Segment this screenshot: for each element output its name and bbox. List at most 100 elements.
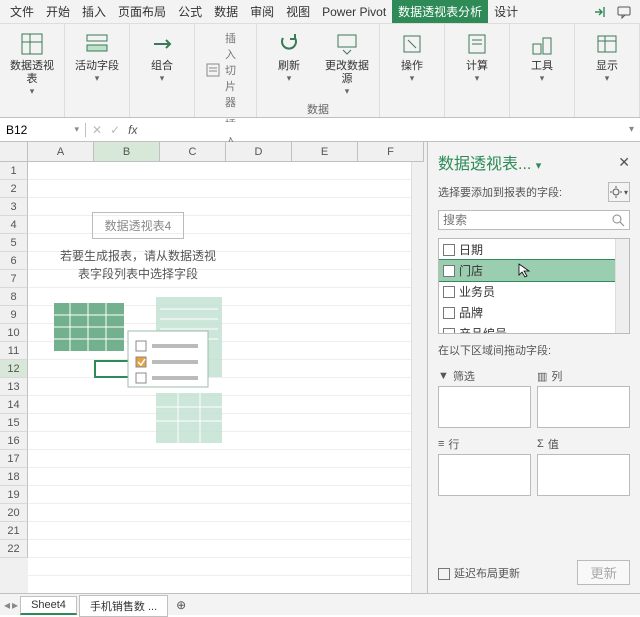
confirm-icon[interactable]: ✓ — [110, 123, 120, 137]
show-button[interactable]: 显示▾ — [581, 28, 633, 86]
worksheet-grid[interactable]: A B C D E F 1234567891011121314151617181… — [0, 142, 428, 593]
menu-home[interactable]: 开始 — [40, 0, 76, 23]
row-header[interactable]: 17 — [0, 450, 28, 468]
defer-layout-checkbox[interactable]: 延迟布局更新 — [438, 565, 520, 581]
add-sheet-button[interactable]: ⊕ — [170, 596, 192, 614]
share-icon[interactable] — [590, 2, 610, 22]
tools-button[interactable]: 工具▾ — [516, 28, 568, 86]
menu-formulas[interactable]: 公式 — [172, 0, 208, 23]
name-box[interactable]: ▾ — [0, 123, 86, 137]
row-header[interactable]: 18 — [0, 468, 28, 486]
sheet-tab-bar: ◂▸ Sheet4 手机销售数 ... ⊕ — [0, 593, 640, 615]
menu-insert[interactable]: 插入 — [76, 0, 112, 23]
search-icon[interactable] — [611, 213, 625, 227]
sheet-tab[interactable]: 手机销售数 ... — [79, 595, 168, 617]
refresh-button[interactable]: 刷新▾ — [263, 28, 315, 86]
name-box-input[interactable] — [6, 123, 56, 137]
field-item[interactable]: 产品编号 — [439, 323, 629, 334]
update-button[interactable]: 更新 — [577, 560, 630, 585]
row-header[interactable]: 11 — [0, 342, 28, 360]
cursor-icon — [517, 262, 533, 278]
row-header[interactable]: 15 — [0, 414, 28, 432]
actions-button[interactable]: 操作▾ — [386, 28, 438, 86]
menu-layout[interactable]: 页面布局 — [112, 0, 172, 23]
row-header[interactable]: 22 — [0, 540, 28, 558]
menu-design[interactable]: 设计 — [488, 0, 524, 23]
row-header[interactable]: 21 — [0, 522, 28, 540]
menu-powerpivot[interactable]: Power Pivot — [316, 2, 392, 22]
row-header[interactable]: 9 — [0, 306, 28, 324]
col-header-E[interactable]: E — [292, 142, 358, 162]
pivot-table-button[interactable]: 数据透视表▾ — [6, 28, 58, 99]
row-header[interactable]: 8 — [0, 288, 28, 306]
area-values[interactable]: Σ值 — [537, 434, 630, 496]
menu-data[interactable]: 数据 — [208, 0, 244, 23]
row-header[interactable]: 4 — [0, 216, 28, 234]
checkbox-icon[interactable] — [443, 244, 455, 256]
col-header-A[interactable]: A — [28, 142, 94, 162]
menu-view[interactable]: 视图 — [280, 0, 316, 23]
row-header[interactable]: 20 — [0, 504, 28, 522]
insert-slicer-button[interactable]: 插入切片器 — [201, 28, 250, 112]
col-header-B[interactable]: B — [94, 142, 160, 162]
field-item[interactable]: 门店▾ — [438, 259, 630, 282]
field-item[interactable]: 日期 — [439, 239, 629, 260]
formula-input[interactable] — [145, 122, 617, 137]
row-header[interactable]: 2 — [0, 180, 28, 198]
col-header-D[interactable]: D — [226, 142, 292, 162]
col-header-F[interactable]: F — [358, 142, 424, 162]
row-header[interactable]: 5 — [0, 234, 28, 252]
field-item[interactable]: 业务员 — [439, 281, 629, 302]
field-item[interactable]: 品牌 — [439, 302, 629, 323]
formula-bar: ▾ ✕ ✓ fx ▾ — [0, 118, 640, 142]
taskpane-title: 数据透视表... ▾ — [438, 150, 541, 174]
ribbon: 数据透视表▾ 活动字段▾ 组合▾ 插入切片器 插入日程表 筛选器连接 筛 — [0, 24, 640, 118]
search-input[interactable] — [443, 213, 611, 227]
pivot-name: 数据透视表4 — [92, 212, 185, 239]
values-icon: Σ — [537, 438, 544, 450]
checkbox-icon[interactable] — [443, 265, 455, 277]
sheet-nav[interactable]: ◂▸ — [4, 598, 18, 612]
active-field-button[interactable]: 活动字段▾ — [71, 28, 123, 86]
row-header[interactable]: 10 — [0, 324, 28, 342]
menu-file[interactable]: 文件 — [4, 0, 40, 23]
row-header[interactable]: 6 — [0, 252, 28, 270]
checkbox-icon[interactable] — [443, 307, 455, 319]
field-list-scrollbar[interactable] — [615, 239, 629, 333]
area-columns[interactable]: ▥列 — [537, 366, 630, 428]
taskpane-sub: 选择要添加到报表的字段: — [438, 184, 562, 200]
change-data-source-button[interactable]: 更改数据源▾ — [321, 28, 373, 99]
checkbox-icon[interactable] — [443, 328, 455, 335]
fx-icon[interactable]: fx — [128, 123, 137, 137]
row-header[interactable]: 19 — [0, 486, 28, 504]
cancel-icon[interactable]: ✕ — [92, 123, 102, 137]
pivot-hint: 若要生成报表，请从数据透视 表字段列表中选择字段 — [38, 247, 238, 283]
gear-icon[interactable]: ▾ — [608, 182, 630, 202]
field-search[interactable] — [438, 210, 630, 230]
sheet-tab[interactable]: Sheet4 — [20, 596, 77, 615]
row-header[interactable]: 16 — [0, 432, 28, 450]
menu-review[interactable]: 审阅 — [244, 0, 280, 23]
columns-icon: ▥ — [537, 370, 547, 383]
field-list[interactable]: 日期 门店▾ 业务员 品牌 产品编号 — [438, 238, 630, 334]
group-button[interactable]: 组合▾ — [136, 28, 188, 86]
menu-pivot-analyze[interactable]: 数据透视表分析 — [392, 0, 488, 23]
calc-button[interactable]: 计算▾ — [451, 28, 503, 86]
area-filter[interactable]: ▼筛选 — [438, 366, 531, 428]
area-rows[interactable]: ≡行 — [438, 434, 531, 496]
close-icon[interactable]: ✕ — [618, 154, 630, 171]
row-header[interactable]: 14 — [0, 396, 28, 414]
col-header-C[interactable]: C — [160, 142, 226, 162]
vertical-scrollbar[interactable] — [411, 162, 427, 593]
select-all-corner[interactable] — [0, 142, 28, 162]
row-header[interactable]: 3 — [0, 198, 28, 216]
row-header[interactable]: 12 — [0, 360, 28, 378]
data-group-label: 数据 — [307, 99, 329, 117]
row-header[interactable]: 13 — [0, 378, 28, 396]
comment-icon[interactable] — [614, 2, 634, 22]
cells-area[interactable]: 数据透视表4 若要生成报表，请从数据透视 表字段列表中选择字段 — [28, 162, 427, 593]
rows-icon: ≡ — [438, 438, 444, 450]
row-header[interactable]: 7 — [0, 270, 28, 288]
row-header[interactable]: 1 — [0, 162, 28, 180]
checkbox-icon[interactable] — [443, 286, 455, 298]
